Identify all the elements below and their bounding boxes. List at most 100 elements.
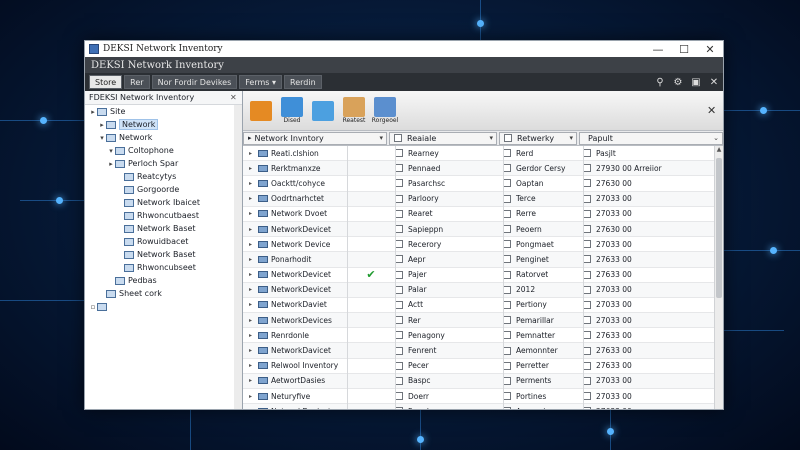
column-header-papult[interactable]: Papult ⌄ [579,131,723,145]
tree-node[interactable]: Rhwoncubseet [85,261,242,274]
row-checkbox[interactable] [395,240,403,249]
toolbar-button[interactable]: Dised [278,96,306,126]
expand-toggle-icon[interactable]: ▸ [249,317,258,324]
row-checkbox[interactable] [395,225,403,234]
expand-toggle-icon[interactable]: ▸ [249,195,258,202]
expand-toggle-icon[interactable]: ▸ [89,108,97,116]
table-row[interactable]: ▸ NetworkDevicet Sapieppn Peoern 27630 00 [243,221,723,238]
table-row[interactable]: ▸ Network Dvoet Rearet Rerre 27033 00 [243,207,723,222]
row-checkbox[interactable] [583,209,591,218]
expand-toggle-icon[interactable]: ▸ [249,301,258,308]
row-checkbox[interactable] [395,285,403,294]
table-row[interactable]: ▸ Oacktt/cohyce Pasarchsc Oaptan 27630 00 [243,176,723,192]
table-row[interactable]: ▸ NetworkDevicet Palar 2012 27033 00 [243,282,723,298]
tree-node[interactable]: ▸ Site [85,105,242,118]
row-checkbox[interactable] [395,392,403,401]
expand-toggle-icon[interactable]: ▸ [249,332,258,339]
row-checkbox[interactable] [503,149,511,158]
row-checkbox[interactable] [503,300,511,309]
column-header-reaiale[interactable]: Reaiale ▾ [389,131,497,145]
row-checkbox[interactable] [503,209,511,218]
close-button[interactable]: ✕ [697,43,723,56]
table-row[interactable]: ▸ NetworkDevices Rer Pemarillar 27033 00 [243,313,723,329]
row-checkbox[interactable] [503,361,511,370]
row-checkbox[interactable] [583,376,591,385]
tree-node[interactable]: Network Baset [85,222,242,235]
tree-node[interactable]: ▸ Perloch Spar [85,157,242,170]
expand-toggle-icon[interactable]: ▸ [249,408,258,409]
row-checkbox[interactable] [395,407,403,409]
toolbar-button[interactable] [247,96,275,126]
tab-ferms[interactable]: Ferms ▾ [239,75,283,89]
panel-icon[interactable]: ▣ [687,77,705,88]
table-row[interactable]: ▸ NetworkDavicet Fenrent Aemonnter 27633 00 [243,343,723,359]
row-checkbox[interactable] [395,361,403,370]
expand-toggle-icon[interactable]: ▸ [249,210,258,217]
row-checkbox[interactable] [395,346,403,355]
expand-toggle-icon[interactable]: ▸ [249,180,258,187]
row-checkbox[interactable] [583,149,591,158]
column-header-network-inventory[interactable]: ▸ Network Invntory ▾ [243,131,387,145]
tree-node[interactable]: Pedbas [85,274,242,287]
expand-toggle-icon[interactable]: ▸ [249,226,258,233]
table-row[interactable]: ▸ Oodrtnarhctet Parloory Terce 27033 00 [243,191,723,207]
table-row[interactable]: ▸ Ponarhodit Aepr Penginet 27633 00 [243,252,723,268]
expand-toggle-icon[interactable]: ▸ [249,377,258,384]
expand-toggle-icon[interactable]: ▸ [249,256,258,263]
tree-node[interactable]: Network Ibaicet [85,196,242,209]
scroll-thumb[interactable] [716,158,722,298]
table-row[interactable]: ▸ Reati.clshion Rearney Rerd Pasjlt [243,146,723,162]
expand-toggle-icon[interactable]: ▸ [249,362,258,369]
tree-scrollbar[interactable] [234,105,242,409]
row-checkbox[interactable] [583,361,591,370]
table-row[interactable]: ▸ AetwortDasies Baspc Perments 27033 00 [243,373,723,389]
row-checkbox[interactable] [395,255,403,264]
maximize-button[interactable]: ☐ [671,43,697,56]
tab-rerdin[interactable]: Rerdin [284,75,322,89]
minimize-button[interactable]: — [645,43,671,56]
settings-icon[interactable]: ⚙ [669,77,687,88]
row-checkbox[interactable] [395,164,403,173]
row-checkbox[interactable] [503,392,511,401]
row-checkbox[interactable] [583,392,591,401]
row-checkbox[interactable] [503,255,511,264]
row-checkbox[interactable] [503,376,511,385]
expand-toggle-icon[interactable]: ▾ [98,134,106,142]
expand-toggle-icon[interactable]: ▾ [107,147,115,155]
row-checkbox[interactable] [503,225,511,234]
row-checkbox[interactable] [583,331,591,340]
row-checkbox[interactable] [583,164,591,173]
row-checkbox[interactable] [395,376,403,385]
header-checkbox[interactable] [394,134,402,142]
pin-icon[interactable]: ⚲ [651,77,669,88]
row-checkbox[interactable] [503,240,511,249]
row-checkbox[interactable] [503,179,511,188]
row-checkbox[interactable] [503,407,511,409]
ribbon-close-icon[interactable]: ✕ [705,77,723,88]
row-checkbox[interactable] [395,209,403,218]
tree-node[interactable]: ▾ Network [85,131,242,144]
expand-toggle-icon[interactable]: ▫ [89,303,97,311]
expand-toggle-icon[interactable]: ▸ [249,150,258,157]
tree-node[interactable]: Rowuidbacet [85,235,242,248]
toolbar-button[interactable]: Rorgeoel [371,96,399,126]
header-checkbox[interactable] [504,134,512,142]
expand-toggle-icon[interactable]: ▸ [249,241,258,248]
row-checkbox[interactable] [583,194,591,203]
toolbar-button[interactable] [309,96,337,126]
row-checkbox[interactable] [395,300,403,309]
row-checkbox[interactable] [395,179,403,188]
tree-node[interactable]: ▸ Network [85,118,242,131]
row-checkbox[interactable] [583,179,591,188]
row-checkbox[interactable] [583,407,591,409]
expand-toggle-icon[interactable]: ▸ [249,347,258,354]
table-row[interactable]: ▸ NetworkDevicet Feerd Aremmier 27633 00 [243,404,723,409]
row-checkbox[interactable] [503,270,511,279]
row-checkbox[interactable] [583,300,591,309]
row-checkbox[interactable] [583,240,591,249]
table-row[interactable]: ▸ Rerktmanxze Pennaed Gerdor Cersy 27930 00 … [243,161,723,177]
table-row[interactable]: ▸ Renrdonle Penagony Pemnatter 27633 00 [243,328,723,344]
tree-node[interactable]: ▫ [85,300,242,313]
expand-toggle-icon[interactable]: ▸ [249,286,258,293]
table-row[interactable]: ▸ Network Device Recerory Pongmaet 27033 00 [243,237,723,253]
